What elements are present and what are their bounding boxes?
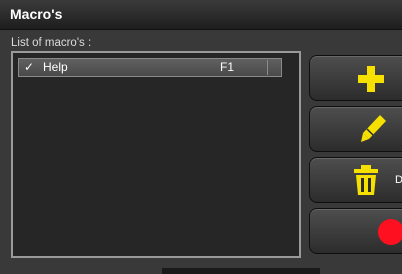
checkmark-icon[interactable]: ✓ (24, 59, 34, 76)
delete-macro-button[interactable]: D (309, 157, 402, 203)
list-item[interactable]: ✓ Help F1 (18, 58, 282, 77)
record-icon (378, 219, 402, 245)
macro-list[interactable]: ✓ Help F1 (11, 51, 301, 258)
macro-name: Help (43, 60, 68, 74)
column-divider (267, 60, 268, 75)
delete-label: D (395, 174, 402, 186)
trash-icon (354, 165, 378, 195)
title-bar: Macro's (0, 0, 402, 30)
macro-key: F1 (220, 60, 235, 74)
list-label: List of macro's : (11, 37, 92, 49)
plus-icon (358, 66, 384, 92)
window-title: Macro's (10, 6, 63, 22)
pencil-icon (361, 115, 386, 142)
add-macro-button[interactable] (309, 55, 402, 101)
edit-macro-button[interactable] (309, 106, 402, 152)
bottom-bar (162, 268, 320, 274)
record-macro-button[interactable] (309, 208, 402, 254)
